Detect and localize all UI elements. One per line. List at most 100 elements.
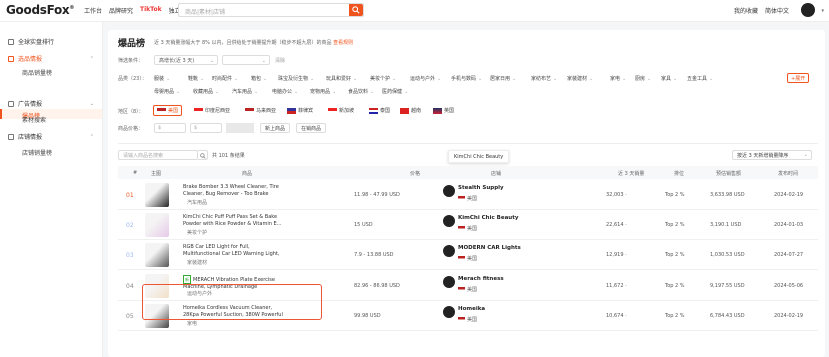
category-item[interactable]: 珠宝及衍生物 — [278, 75, 314, 82]
product-price: 11.98 - 47.99 USD — [354, 192, 400, 198]
store-logo[interactable] — [443, 306, 455, 318]
store-logo[interactable] — [443, 185, 455, 197]
publish-date: 2024-07-27 — [774, 252, 804, 258]
category-item[interactable]: 服装 — [154, 75, 170, 82]
in-stock-button[interactable]: 在销商品 — [296, 123, 327, 133]
region-option[interactable]: 新加坡 — [325, 105, 357, 116]
region-option[interactable]: 泰国 — [366, 105, 393, 116]
category-item[interactable]: 鞋靴 — [188, 75, 204, 82]
reset-button[interactable]: 清除 — [275, 57, 285, 64]
sidebar-item-sales-rank[interactable]: 商品销量榜 — [22, 68, 52, 77]
store-name[interactable]: Stealth Supply — [458, 185, 504, 191]
row-rank: 04 — [126, 283, 134, 290]
search-button[interactable] — [349, 4, 363, 16]
category-item[interactable]: 家装建材 — [567, 75, 593, 82]
favorites-link[interactable]: 我的收藏 — [734, 6, 758, 15]
product-image[interactable] — [145, 183, 169, 207]
category-item[interactable]: 收藏用品 — [193, 88, 219, 95]
expand-button[interactable]: +展开 — [787, 73, 810, 83]
estimated-gmv: 6,784.43 USD — [710, 313, 745, 319]
product-name[interactable]: Brake Bomber 3.3 Wheel Cleaner, Tire Cle… — [183, 184, 283, 198]
product-image[interactable] — [145, 243, 169, 267]
nav-brand-research[interactable]: 品牌研究 — [109, 6, 133, 15]
search-input[interactable]: 商品|素材|店铺 — [185, 7, 225, 16]
store-logo[interactable] — [443, 245, 455, 257]
sort-select[interactable]: 按近 3 天新增销量降序 ⌄ — [732, 150, 812, 160]
sidebar-group-product[interactable]: 选品情报 ⌃ — [8, 54, 98, 63]
page-description: 近 3 天销量涨幅大于 8% 以内，且供给处于销量提升期（稳步不超九层）的商品 … — [154, 40, 354, 46]
region-option[interactable]: 马来西亚 — [242, 105, 279, 116]
avatar[interactable] — [801, 3, 815, 17]
nav-dashboard[interactable]: 工作台 — [84, 6, 102, 15]
category-item[interactable]: 时尚配件 — [212, 75, 238, 82]
store-logo[interactable] — [443, 276, 455, 288]
result-count: 共 101 条结果 — [212, 153, 245, 159]
chevron-down-icon[interactable]: ▾ — [821, 8, 824, 14]
category-item[interactable]: 美妆个护 — [370, 75, 396, 82]
category-item[interactable]: 五金工具 — [687, 75, 713, 82]
category-item[interactable]: 食品饮料 — [348, 88, 374, 95]
sidebar-item-creative-search[interactable]: 素材搜索 — [22, 115, 46, 124]
rank-position: Top 2 % — [665, 283, 685, 289]
chevron-up-icon: ⌃ — [89, 55, 94, 62]
price-min-input[interactable]: $ — [154, 123, 186, 133]
col-price[interactable]: 价格 — [410, 170, 420, 177]
product-category: 家装建材 — [187, 260, 208, 266]
app-logo[interactable]: GoodsFox® — [6, 3, 74, 17]
sidebar-group-stores[interactable]: 店铺情报 ⌃ — [8, 132, 98, 141]
category-item[interactable]: 家电 — [610, 75, 626, 82]
col-date[interactable]: 发布时间 — [778, 170, 798, 177]
category-item[interactable]: 手机与数码 — [451, 75, 482, 82]
language-select[interactable]: 简体中文 — [765, 6, 789, 15]
col-sales[interactable]: 近 3 天销量 — [618, 170, 644, 177]
condition-select-2[interactable]: ⌄ — [222, 55, 270, 65]
category-item[interactable]: 医药保健 — [382, 88, 408, 95]
store-name[interactable]: KimChi Chic Beauty — [458, 215, 518, 221]
rules-link[interactable]: 查看规则 — [333, 40, 353, 46]
product-name[interactable]: KimChi Chic Puff Puff Pass Set & Bake Po… — [183, 214, 283, 228]
condition-select[interactable]: 高增长(近 3 天) ⌄ — [154, 55, 218, 65]
new-badge: 新 — [183, 275, 191, 284]
table-row[interactable]: 03 RGB Car LED Light for Full, Multifunct… — [118, 240, 818, 270]
store-name[interactable]: Homeika — [458, 306, 485, 312]
store-logo[interactable] — [443, 215, 455, 227]
category-item[interactable]: 家具 — [661, 75, 677, 82]
search-icon — [200, 153, 206, 159]
table-row[interactable]: 02 KimChi Chic Puff Puff Pass Set & Bake … — [118, 210, 818, 240]
sidebar-group-ads[interactable]: 广告情报 ⌄ — [8, 99, 98, 108]
store-name[interactable]: Merach fitness — [458, 276, 504, 282]
region-label: 印度尼西亚 — [205, 108, 231, 114]
table-search-button[interactable] — [198, 150, 208, 160]
region-option[interactable]: 印度尼西亚 — [191, 105, 233, 116]
price-max-input[interactable]: $ — [190, 123, 222, 133]
col-gmv[interactable]: 预估销售额 — [716, 170, 741, 177]
product-image[interactable] — [145, 213, 169, 237]
region-option[interactable]: 越南 — [397, 105, 424, 116]
region-option[interactable]: 美国 — [153, 105, 183, 116]
new-products-button[interactable]: 新上商品 — [260, 123, 291, 133]
category-item[interactable]: 玩具和爱好 — [326, 75, 357, 82]
category-item[interactable]: 母婴用品 — [154, 88, 180, 95]
global-search[interactable]: 商品|素材|店铺 — [178, 3, 364, 17]
region-option[interactable]: 菲律宾 — [284, 105, 316, 116]
filter-condition-label: 筛选条件： — [118, 58, 144, 64]
category-item[interactable]: 电脑办公 — [272, 88, 298, 95]
col-store: 店铺 — [491, 171, 502, 177]
product-name[interactable]: RGB Car LED Light for Full, Multifunctio… — [183, 244, 283, 258]
category-item[interactable]: 居家日用 — [490, 75, 516, 82]
category-item[interactable]: 汽车用品 — [232, 88, 258, 95]
category-item[interactable]: 运动与户外 — [410, 75, 441, 82]
table-search-input[interactable]: 请输入商品名搜索 — [118, 150, 198, 160]
category-item[interactable]: 家纺布艺 — [531, 75, 557, 82]
region-option[interactable]: 英国 — [430, 105, 457, 116]
sidebar-group-ranking[interactable]: 全球实盘排行 — [8, 37, 98, 46]
category-item[interactable]: 箱包 — [251, 75, 267, 82]
table-row[interactable]: 01 Brake Bomber 3.3 Wheel Cleaner, Tire C… — [118, 180, 818, 210]
sidebar-item-store-sales-rank[interactable]: 店铺销量榜 — [22, 148, 52, 157]
region-label: 新加坡 — [339, 108, 355, 114]
store-name[interactable]: MODERN CAR Lights — [458, 245, 521, 251]
nav-tiktok[interactable]: TikTok — [140, 6, 162, 15]
publish-date: 2024-01-03 — [774, 222, 804, 228]
category-item[interactable]: 厨房 — [635, 75, 651, 82]
category-item[interactable]: 宠物用品 — [310, 88, 336, 95]
